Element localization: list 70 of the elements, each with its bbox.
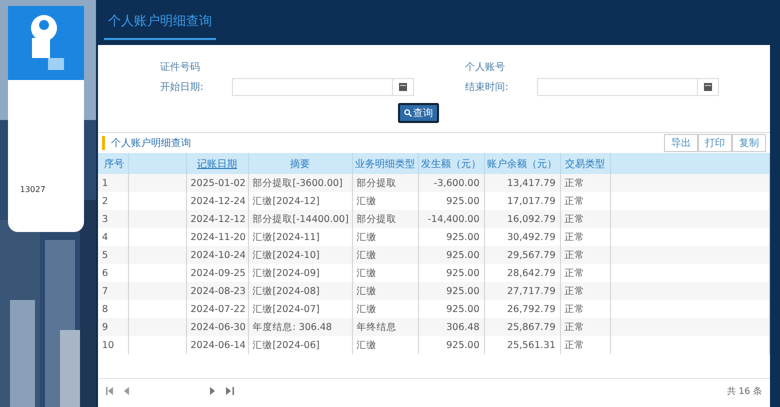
table-cell: 13,417.79 bbox=[484, 174, 560, 192]
table-cell: 汇缴 bbox=[352, 246, 418, 264]
table-cell: 25,561.31 bbox=[484, 336, 560, 354]
table-cell: 9 bbox=[98, 318, 128, 336]
table-cell: 16,092.79 bbox=[484, 210, 560, 228]
table-cell: 汇缴[2024-10] bbox=[248, 246, 352, 264]
column-header: 交易类型 bbox=[560, 153, 610, 174]
table-cell: 正常 bbox=[560, 174, 610, 192]
search-button[interactable]: 查询 bbox=[398, 103, 439, 123]
table-cell: -14,400.00 bbox=[418, 210, 484, 228]
table-cell: 2025-01-02 bbox=[186, 174, 248, 192]
table-cell: 部分提取[-3600.00] bbox=[248, 174, 352, 192]
page-tab[interactable]: 个人账户明细查询 bbox=[104, 12, 216, 40]
table-cell: 925.00 bbox=[418, 246, 484, 264]
table-cell: 2024-12-12 bbox=[186, 210, 248, 228]
table-cell: 925.00 bbox=[418, 336, 484, 354]
column-header: 摘要 bbox=[248, 153, 352, 174]
table-cell: 正常 bbox=[560, 318, 610, 336]
next-page-icon[interactable] bbox=[210, 387, 216, 395]
field-label: 证件号码 bbox=[160, 61, 201, 74]
panel-title: 个人账户明细查询 bbox=[102, 136, 191, 150]
column-header: 账户余额（元） bbox=[484, 153, 560, 174]
toolbar-button[interactable]: 打印 bbox=[698, 134, 732, 152]
table-cell: 925.00 bbox=[418, 282, 484, 300]
toolbar-button[interactable]: 导出 bbox=[664, 134, 698, 152]
table-cell: 正常 bbox=[560, 282, 610, 300]
table-cell: 正常 bbox=[560, 246, 610, 264]
calendar-icon bbox=[704, 83, 712, 91]
table-cell: 29,567.79 bbox=[484, 246, 560, 264]
table-cell: -3,600.00 bbox=[418, 174, 484, 192]
table-cell: 306.48 bbox=[418, 318, 484, 336]
table-cell: 汇缴[2024-06] bbox=[248, 336, 352, 354]
column-header: 序号 bbox=[98, 153, 128, 174]
record-count: 共 16 条 bbox=[726, 386, 762, 398]
table-cell: 部分提取[-14400.00] bbox=[248, 210, 352, 228]
table-cell: 2024-08-23 bbox=[186, 282, 248, 300]
id-number: 13027 bbox=[20, 185, 46, 194]
date-field[interactable] bbox=[537, 78, 719, 96]
table-cell: 5 bbox=[98, 246, 128, 264]
table-cell: 汇缴 bbox=[352, 336, 418, 354]
table-cell: 汇缴 bbox=[352, 282, 418, 300]
table-cell: 2024-06-30 bbox=[186, 318, 248, 336]
table-cell: 25,867.79 bbox=[484, 318, 560, 336]
table-cell: 年终结息 bbox=[352, 318, 418, 336]
table-cell: 3 bbox=[98, 210, 128, 228]
previous-page-icon[interactable] bbox=[124, 387, 130, 395]
field-label: 开始日期: bbox=[160, 80, 204, 94]
table-cell: 汇缴[2024-08] bbox=[248, 282, 352, 300]
table-cell: 正常 bbox=[560, 336, 610, 354]
table-cell: 7 bbox=[98, 282, 128, 300]
table-cell: 1 bbox=[98, 174, 128, 192]
toolbar-button[interactable]: 复制 bbox=[732, 134, 766, 152]
table-cell: 部分提取 bbox=[352, 210, 418, 228]
last-page-icon[interactable] bbox=[226, 387, 234, 395]
date-field[interactable] bbox=[232, 78, 414, 96]
table-cell: 部分提取 bbox=[352, 174, 418, 192]
table-cell: 正常 bbox=[560, 210, 610, 228]
field-label: 结束时间: bbox=[465, 80, 510, 94]
column-header: 记账日期 bbox=[186, 153, 248, 174]
table-cell: 2024-10-24 bbox=[186, 246, 248, 264]
search-icon bbox=[404, 109, 412, 117]
first-page-icon[interactable] bbox=[106, 387, 114, 395]
column-header: 业务明细类型 bbox=[352, 153, 418, 174]
column-header: 发生额（元） bbox=[418, 153, 484, 174]
table-cell: 2024-06-14 bbox=[186, 336, 248, 354]
table-cell: 27,717.79 bbox=[484, 282, 560, 300]
table-cell: 年度结息: 306.48 bbox=[248, 318, 352, 336]
calendar-icon bbox=[399, 83, 407, 91]
field-label: 个人账号 bbox=[465, 60, 506, 74]
table-cell: 10 bbox=[98, 336, 128, 354]
